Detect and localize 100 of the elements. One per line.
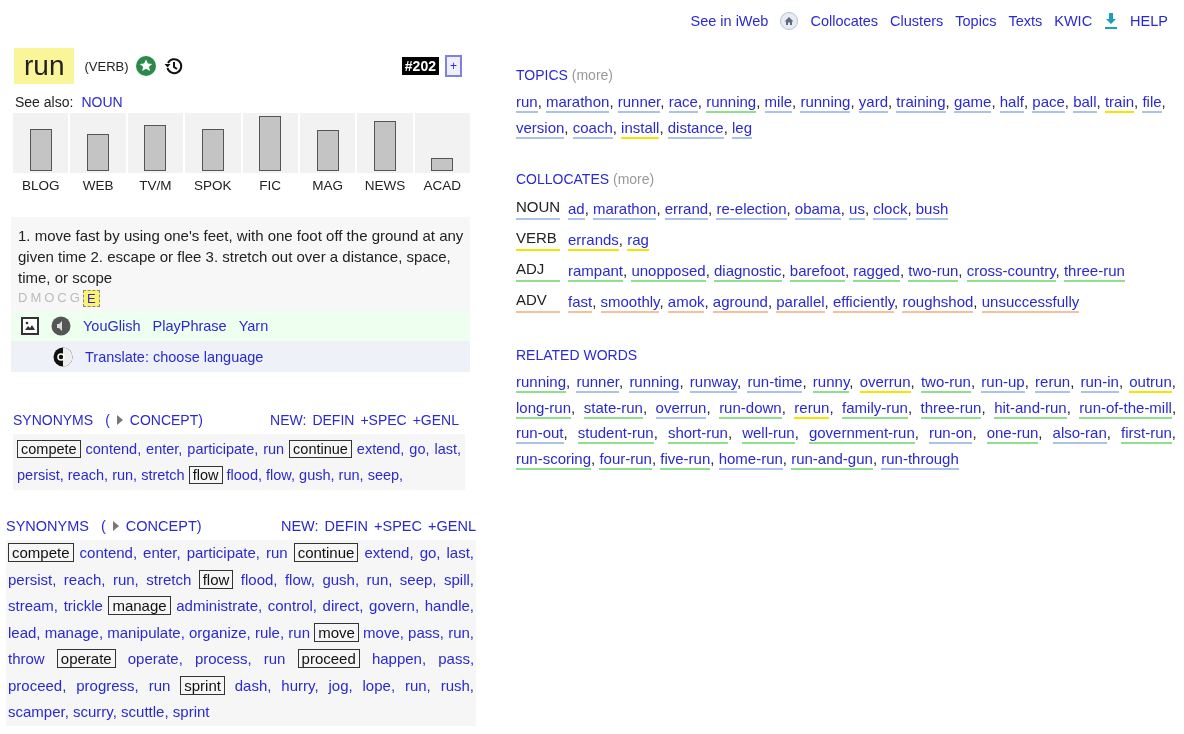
related-word-link[interactable]: three-run — [920, 398, 982, 419]
synonym-link[interactable]: run — [288, 623, 310, 641]
synonym-link[interactable]: scurry, — [73, 703, 117, 720]
collocate-link[interactable]: unsuccessfully — [981, 293, 1080, 313]
synonym-link[interactable]: go, — [419, 544, 441, 561]
synonym-link[interactable]: dash, — [234, 676, 272, 694]
synonym-link[interactable]: proceed, — [8, 676, 67, 694]
synonym-link[interactable]: flow, — [266, 467, 296, 483]
synonym-link[interactable]: govern, — [369, 597, 420, 614]
related-word-link[interactable]: overrun — [859, 373, 911, 393]
synonym-link[interactable]: trickle — [63, 597, 103, 614]
synonym-link[interactable]: administrate, — [176, 597, 263, 614]
synonym-link[interactable]: jog, — [328, 676, 353, 694]
topic-link[interactable]: race — [668, 93, 698, 113]
collocate-link[interactable]: efficiently — [832, 293, 895, 313]
history-icon[interactable] — [162, 55, 185, 77]
collocate-link[interactable]: ad — [568, 200, 585, 220]
synonym-link[interactable]: seep, — [367, 467, 404, 483]
play-icon[interactable] — [115, 414, 124, 426]
collocate-link[interactable]: diagnostic — [713, 262, 782, 282]
topic-link[interactable]: train — [1104, 93, 1135, 113]
synonym-option-link[interactable]: +GENL — [412, 412, 459, 428]
concept-label[interactable]: proceed — [297, 649, 360, 668]
translate-link[interactable]: Translate: choose language — [85, 348, 264, 365]
synonym-link[interactable]: run, — [448, 623, 474, 641]
related-word-link[interactable]: first-run — [1121, 424, 1172, 444]
topic-link[interactable]: runner — [617, 93, 661, 113]
synonym-option-link[interactable]: +SPEC — [360, 412, 407, 428]
synonym-link[interactable]: process, — [194, 650, 252, 667]
synonym-link[interactable]: persist, — [17, 467, 64, 483]
source-toggle[interactable]: E — [82, 290, 100, 307]
topics-heading[interactable]: TOPICS — [516, 67, 568, 83]
image-icon[interactable] — [21, 317, 39, 335]
topic-link[interactable]: run — [516, 93, 538, 113]
topic-link[interactable]: running — [800, 93, 851, 113]
topic-link[interactable]: mile — [764, 93, 793, 113]
collocate-link[interactable]: unopposed — [631, 262, 706, 282]
synonym-link[interactable]: throw — [8, 650, 45, 667]
concept-label[interactable]: compete — [17, 440, 81, 458]
concept-link[interactable]: CONCEPT) — [125, 518, 202, 534]
synonym-link[interactable]: organize, — [189, 623, 251, 641]
synonym-link[interactable]: run, — [366, 570, 393, 588]
related-word-link[interactable]: family-run — [842, 398, 908, 419]
synonym-link[interactable]: participate, — [186, 544, 260, 561]
topic-link[interactable]: half — [999, 93, 1024, 113]
collocate-link[interactable]: us — [849, 200, 865, 220]
synonym-option-link[interactable]: DEFIN — [324, 518, 369, 534]
nav-link[interactable]: Clusters — [890, 13, 944, 29]
frequency-bar[interactable] — [144, 124, 167, 171]
synonym-link[interactable]: persist, — [8, 570, 57, 588]
synonym-link[interactable]: run, — [112, 570, 139, 588]
topic-link[interactable]: file — [1142, 93, 1162, 113]
collocate-link[interactable]: bush — [915, 200, 949, 220]
related-word-link[interactable]: run-and-gun — [791, 449, 873, 470]
related-word-link[interactable]: student-run — [577, 424, 654, 444]
synonyms-heading[interactable]: SYNONYMS — [6, 518, 89, 534]
related-word-link[interactable]: run-scoring — [516, 449, 592, 470]
synonym-link[interactable]: move, — [363, 623, 404, 641]
collocate-link[interactable]: re-election — [716, 200, 787, 220]
related-word-link[interactable]: state-run — [583, 398, 643, 419]
synonym-link[interactable]: reach, — [67, 467, 109, 483]
synonym-link[interactable]: flow, — [284, 570, 315, 588]
related-word-link[interactable]: runner — [576, 373, 619, 393]
synonym-link[interactable]: operate, — [127, 650, 183, 667]
collocate-link[interactable]: cross-country — [966, 262, 1056, 282]
collocate-link[interactable]: clock — [873, 200, 908, 220]
topic-link[interactable]: leg — [732, 119, 753, 139]
download-icon[interactable] — [1104, 12, 1119, 30]
concept-label[interactable]: sprint — [180, 675, 225, 695]
related-word-link[interactable]: rerun — [1035, 373, 1071, 393]
related-word-link[interactable]: rerun — [794, 398, 830, 419]
topic-link[interactable]: marathon — [546, 93, 610, 113]
media-link[interactable]: Yarn — [238, 318, 269, 334]
synonym-link[interactable]: go, — [409, 441, 430, 457]
nav-link[interactable]: Texts — [1008, 13, 1043, 29]
synonym-link[interactable]: control, — [267, 597, 317, 614]
related-word-link[interactable]: run-in — [1080, 373, 1119, 393]
synonym-link[interactable]: stretch — [141, 467, 185, 483]
synonym-link[interactable]: contend, — [79, 544, 138, 561]
synonym-option-link[interactable]: +SPEC — [374, 518, 423, 534]
synonym-option-link[interactable]: +GENL — [428, 518, 476, 534]
media-link[interactable]: YouGlish — [83, 318, 141, 334]
related-word-link[interactable]: long-run — [516, 398, 572, 419]
related-word-link[interactable]: overrun — [655, 398, 707, 419]
synonym-link[interactable]: rush, — [440, 676, 475, 694]
speaker-icon[interactable] — [51, 316, 71, 336]
synonym-link[interactable]: reach, — [63, 570, 106, 588]
frequency-bar[interactable] — [431, 158, 454, 171]
collocate-link[interactable]: ragged — [853, 262, 900, 282]
related-word-link[interactable]: government-run — [808, 424, 915, 444]
related-word-link[interactable]: run-on — [929, 424, 973, 444]
topic-link[interactable]: running — [706, 93, 757, 113]
related-words-heading[interactable]: RELATED WORDS — [516, 347, 638, 363]
related-word-link[interactable]: run-down — [719, 398, 782, 419]
collocate-link[interactable]: obama — [794, 200, 841, 220]
related-word-link[interactable]: run-time — [747, 373, 803, 393]
synonym-link[interactable]: handle, — [424, 597, 474, 614]
collocate-link[interactable]: amok — [667, 293, 705, 313]
concept-label[interactable]: continue — [289, 440, 352, 458]
nav-link[interactable]: KWIC — [1054, 13, 1093, 29]
